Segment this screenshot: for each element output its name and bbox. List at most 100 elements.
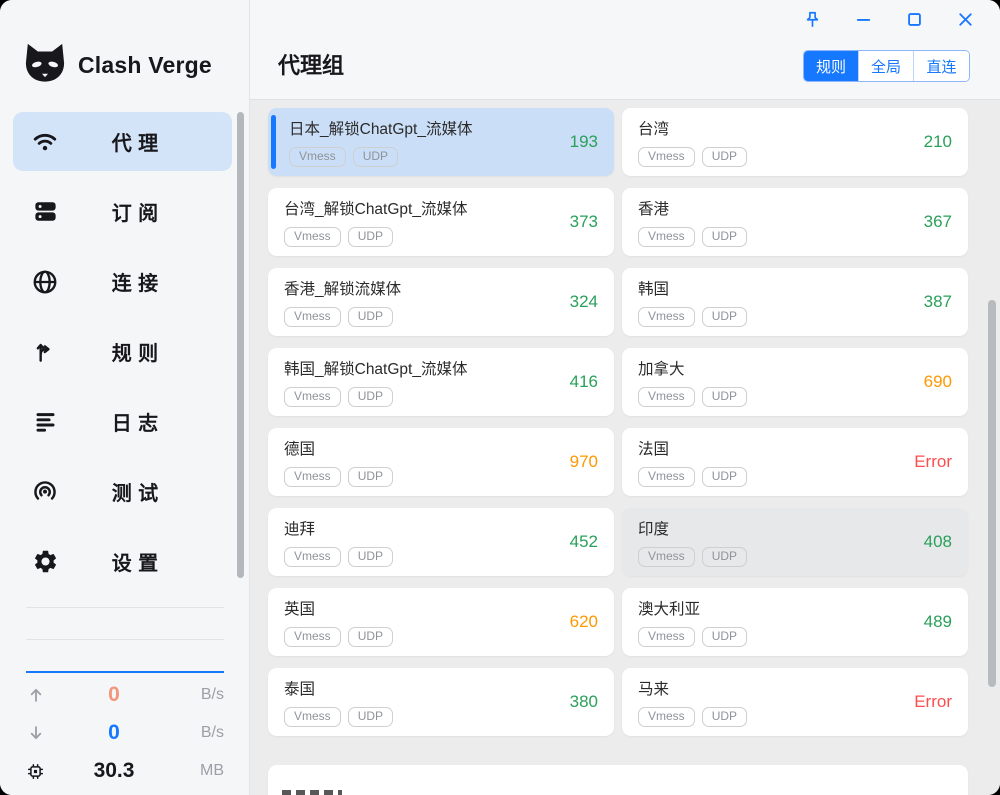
sidebar-accent-line [26,671,224,673]
proxy-card[interactable]: 泰国VmessUDP380 [268,668,614,736]
proxy-name: 迪拜 [284,517,315,539]
sidebar-scrollbar-thumb[interactable] [237,112,244,578]
latency-value[interactable]: 193 [570,132,598,152]
sidebar-item-label: 日志 [60,407,210,436]
main-header: 代理组 规则全局直连 [250,0,1000,100]
proxy-name: 印度 [638,517,669,539]
proxy-card[interactable]: 台湾VmessUDP210 [622,108,968,176]
proxy-grid: 日本_解锁ChatGpt_流媒体VmessUDP193台湾VmessUDP210… [250,100,1000,736]
sidebar-item-label: 规则 [60,337,210,366]
pin-button[interactable] [794,8,831,36]
subscription-icon [30,197,60,227]
close-button[interactable] [947,8,984,36]
sidebar-item-connections[interactable]: 连接 [13,252,232,311]
latency-value[interactable]: 387 [924,292,952,312]
content-scrollbar-thumb[interactable] [988,300,996,687]
proxy-card[interactable]: 德国 VmessUDP 970 [268,428,614,496]
stat-unit: MB [172,762,224,780]
proxy-card[interactable]: 迪拜 VmessUDP 452 [268,508,614,576]
clipped-text-fragment [282,790,342,795]
protocol-badge: Vmess [284,707,341,727]
protocol-badge: Vmess [638,547,695,567]
proxy-name: 香港 [638,197,669,219]
protocol-badges: VmessUDP [638,307,747,327]
proxy-card[interactable]: 台湾_解锁ChatGpt_流媒体VmessUDP373 [268,188,614,256]
protocol-badge: Vmess [638,627,695,647]
proxy-card[interactable]: 加拿大VmessUDP690 [622,348,968,416]
chip-icon [26,762,56,781]
protocol-badge: UDP [348,387,393,407]
proxy-card[interactable]: 法国VmessUDPError [622,428,968,496]
sidebar-divider [26,639,224,640]
protocol-badge: UDP [702,147,747,167]
stat-row-memory: 30.3MB [0,756,250,786]
latency-value[interactable]: 324 [570,292,598,312]
proxy-name: 法国 [638,437,669,459]
pin-icon [802,9,823,35]
proxy-card[interactable]: 香港_解锁流媒体VmessUDP324 [268,268,614,336]
radar-icon [30,477,60,507]
sidebar-item-label: 设置 [60,547,210,576]
app-logo: Clash Verge [22,42,212,89]
protocol-badges: VmessUDP [284,467,393,487]
protocol-badge: Vmess [284,227,341,247]
protocol-badges: VmessUDP [638,227,747,247]
proxy-name: 德国 [284,437,315,459]
fork-icon [30,337,60,367]
sidebar-item-logs[interactable]: 日志 [13,392,232,451]
latency-value[interactable]: Error [914,692,952,712]
latency-value[interactable]: 408 [924,532,952,552]
latency-value[interactable]: 690 [924,372,952,392]
sidebar-item-proxy[interactable]: 代理 [13,112,232,171]
proxy-card[interactable]: 澳大利亚VmessUDP489 [622,588,968,656]
protocol-badge: Vmess [638,707,695,727]
proxy-name: 泰国 [284,677,315,699]
protocol-badge: UDP [702,387,747,407]
latency-value[interactable]: 489 [924,612,952,632]
sidebar-item-settings[interactable]: 设置 [13,532,232,591]
latency-value[interactable]: 416 [570,372,598,392]
protocol-badges: VmessUDP [284,547,393,567]
sidebar-menu: 代理订阅连接规则日志测试设置 [13,112,232,591]
sidebar: Clash Verge 代理订阅连接规则日志测试设置 0B/s0B/s30.3M… [0,0,250,795]
minimize-button[interactable] [845,8,882,36]
minimize-icon [853,9,874,35]
proxy-card[interactable]: 英国VmessUDP620 [268,588,614,656]
proxy-card[interactable]: 香港 VmessUDP 367 [622,188,968,256]
protocol-badge: UDP [348,227,393,247]
traffic-stats: 0B/s0B/s30.3MB [0,680,250,786]
proxy-group-card-partial[interactable] [268,765,968,795]
latency-value[interactable]: 210 [924,132,952,152]
proxy-card[interactable]: 韩国_解锁ChatGpt_流媒体VmessUDP416 [268,348,614,416]
sidebar-item-subscription[interactable]: 订阅 [13,182,232,241]
maximize-button[interactable] [896,8,933,36]
stat-value: 0 [56,683,172,707]
latency-value[interactable]: 367 [924,212,952,232]
mode-tab-group: 规则全局直连 [803,50,970,82]
maximize-icon [904,9,925,35]
latency-value[interactable]: Error [914,452,952,472]
mode-tab-global[interactable]: 全局 [859,51,914,81]
sidebar-item-test[interactable]: 测试 [13,462,232,521]
latency-value[interactable]: 970 [570,452,598,472]
sidebar-item-rules[interactable]: 规则 [13,322,232,381]
lines-icon [30,407,60,437]
protocol-badge: Vmess [284,547,341,567]
protocol-badge: UDP [353,147,398,167]
protocol-badges: Vmess UDP [284,387,393,407]
protocol-badge: UDP [702,707,747,727]
window-controls [794,8,984,36]
latency-value[interactable]: 620 [570,612,598,632]
latency-value[interactable]: 380 [570,692,598,712]
protocol-badge: Vmess [284,387,341,407]
proxy-card[interactable]: 马来VmessUDPError [622,668,968,736]
latency-value[interactable]: 373 [570,212,598,232]
proxy-card[interactable]: 韩国VmessUDP387 [622,268,968,336]
proxy-card[interactable]: 日本_解锁ChatGpt_流媒体VmessUDP193 [268,108,614,176]
mode-tab-direct[interactable]: 直连 [914,51,969,81]
proxy-card[interactable]: 印度 Vmess UDP 408 [622,508,968,576]
mode-tab-rule[interactable]: 规则 [804,51,859,81]
protocol-badge: UDP [702,547,747,567]
proxy-name: 台湾 [638,117,669,139]
latency-value[interactable]: 452 [570,532,598,552]
